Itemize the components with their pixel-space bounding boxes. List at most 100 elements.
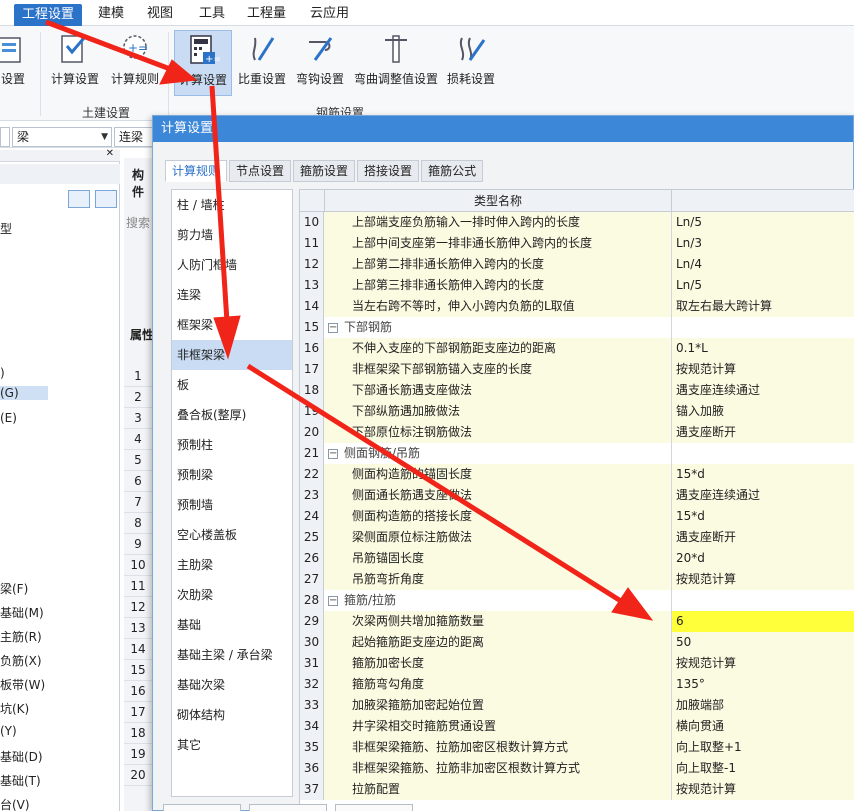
category-item[interactable]: 人防门框墙 (172, 250, 292, 280)
tree-item-selected[interactable]: (G) (0, 386, 48, 400)
setting-value[interactable]: 取左右最大跨计算 (672, 296, 854, 317)
component-search-input[interactable]: 搜索 (126, 214, 150, 231)
tab-stirrup-formula[interactable]: 箍筋公式 (421, 160, 484, 182)
collapse-icon[interactable]: − (328, 322, 338, 333)
setting-value[interactable] (672, 443, 854, 464)
setting-value[interactable]: 横向贯通 (672, 716, 854, 737)
category-item[interactable]: 其它 (172, 730, 292, 760)
setting-value[interactable]: 50 (672, 632, 854, 653)
setting-value[interactable]: 按规范计算 (672, 779, 854, 800)
collapse-icon[interactable]: − (328, 595, 338, 606)
bend-adjust-settings-button[interactable]: 弯曲调整值设置 (351, 30, 441, 96)
grid-row[interactable]: 22 侧面构造筋的锚固长度 15*d (300, 464, 854, 485)
setting-value[interactable]: 6 (672, 611, 854, 632)
category-item[interactable]: 基础主梁 / 承台梁 (172, 640, 292, 670)
tab-stirrup-settings[interactable]: 箍筋设置 (293, 160, 356, 182)
grid-row[interactable]: 18 下部通长筋遇支座做法 遇支座连续通过 (300, 380, 854, 401)
tree-item[interactable]: 基础(M) (0, 604, 44, 621)
grid-row[interactable]: 29 次梁两侧共增加箍筋数量 6 (300, 611, 854, 632)
grid-row[interactable]: 30 起始箍筋距支座边的距离 50 (300, 632, 854, 653)
menu-project-settings[interactable]: 工程设置 (14, 4, 83, 26)
list-view-icon[interactable] (68, 190, 90, 208)
category-item[interactable]: 砌体结构 (172, 700, 292, 730)
grid-row[interactable]: 27 吊筋弯折角度 按规范计算 (300, 569, 854, 590)
grid-row[interactable]: 23 侧面通长筋遇支座做法 遇支座连续通过 (300, 485, 854, 506)
setting-value[interactable]: 20*d (672, 548, 854, 569)
setting-value[interactable]: 15*d (672, 464, 854, 485)
dialog-button[interactable] (335, 804, 413, 811)
tree-item[interactable]: (E) (0, 411, 17, 425)
loss-settings-button[interactable]: 损耗设置 (444, 30, 498, 96)
grid-group-row[interactable]: 28− 箍筋/拉筋 (300, 590, 854, 611)
category-item[interactable]: 剪力墙 (172, 220, 292, 250)
settings-button[interactable]: 设置 (0, 30, 32, 96)
floor-select[interactable] (0, 127, 10, 147)
tree-item[interactable]: 台(V) (0, 796, 30, 811)
grid-row[interactable]: 12 上部第二排非通长筋伸入跨内的长度 Ln/4 (300, 254, 854, 275)
menu-quantity[interactable]: 工程量 (247, 5, 286, 23)
setting-value[interactable]: Ln/5 (672, 212, 854, 233)
civil-calc-settings-button[interactable]: 计算设置 (48, 30, 102, 96)
category-item[interactable]: 主肋梁 (172, 550, 292, 580)
category-item[interactable]: 空心楼盖板 (172, 520, 292, 550)
setting-value[interactable]: 0.1*L (672, 338, 854, 359)
menu-view[interactable]: 视图 (147, 5, 173, 23)
grid-row[interactable]: 10 上部端支座负筋输入一排时伸入跨内的长度 Ln/5 (300, 212, 854, 233)
tree-item[interactable]: 负筋(X) (0, 652, 42, 669)
setting-value[interactable]: Ln/3 (672, 233, 854, 254)
grid-row[interactable]: 14 当左右跨不等时，伸入小跨内负筋的L取值 取左右最大跨计算 (300, 296, 854, 317)
grid-row[interactable]: 17 非框架梁下部钢筋锚入支座的长度 按规范计算 (300, 359, 854, 380)
grid-row[interactable]: 20 下部原位标注钢筋做法 遇支座断开 (300, 422, 854, 443)
tree-item[interactable]: ) (0, 366, 5, 380)
grid-row[interactable]: 11 上部中间支座第一排非通长筋伸入跨内的长度 Ln/3 (300, 233, 854, 254)
collapse-icon[interactable]: − (328, 448, 338, 459)
grid-row[interactable]: 26 吊筋锚固长度 20*d (300, 548, 854, 569)
category-item[interactable]: 叠合板(整厚) (172, 400, 292, 430)
setting-value[interactable]: 遇支座连续通过 (672, 485, 854, 506)
category-item[interactable]: 框架梁 (172, 310, 292, 340)
element-type-select[interactable]: 梁 ▼ (12, 127, 112, 147)
category-item[interactable]: 预制墙 (172, 490, 292, 520)
category-item[interactable]: 连梁 (172, 280, 292, 310)
grid-row[interactable]: 13 上部第三排非通长筋伸入跨内的长度 Ln/5 (300, 275, 854, 296)
tree-item[interactable]: 主筋(R) (0, 628, 42, 645)
setting-value[interactable]: 向上取整-1 (672, 758, 854, 779)
grid-row[interactable]: 37 拉筋配置 按规范计算 (300, 779, 854, 800)
setting-value[interactable]: 按规范计算 (672, 359, 854, 380)
tree-item[interactable]: (Y) (0, 724, 17, 738)
grid-row[interactable]: 34 井字梁相交时箍筋贯通设置 横向贯通 (300, 716, 854, 737)
category-item[interactable]: 预制柱 (172, 430, 292, 460)
grid-row[interactable]: 16 不伸入支座的下部钢筋距支座边的距离 0.1*L (300, 338, 854, 359)
grid-row[interactable]: 24 侧面构造筋的搭接长度 15*d (300, 506, 854, 527)
grid-row[interactable]: 31 箍筋加密长度 按规范计算 (300, 653, 854, 674)
category-item[interactable]: 板 (172, 370, 292, 400)
category-item[interactable]: 柱 / 墙柱 (172, 190, 292, 220)
setting-value[interactable]: 15*d (672, 506, 854, 527)
menu-cloud[interactable]: 云应用 (310, 5, 349, 23)
setting-value[interactable]: 加腋端部 (672, 695, 854, 716)
grid-group-row[interactable]: 21− 侧面钢筋/吊筋 (300, 443, 854, 464)
dialog-button[interactable] (249, 804, 327, 811)
close-icon[interactable]: ✕ (106, 148, 114, 159)
setting-value[interactable]: 按规范计算 (672, 653, 854, 674)
setting-value[interactable]: Ln/5 (672, 275, 854, 296)
setting-value[interactable]: 遇支座连续通过 (672, 380, 854, 401)
tree-item[interactable]: 梁(F) (0, 580, 28, 597)
tree-item[interactable]: 基础(D) (0, 748, 43, 765)
category-item[interactable]: 次肋梁 (172, 580, 292, 610)
tree-item[interactable]: 型 (0, 220, 12, 237)
rebar-calc-settings-button[interactable]: += 计算设置 (174, 30, 232, 96)
tab-calc-rules[interactable]: 计算规则 (165, 160, 228, 182)
setting-value[interactable]: 向上取整+1 (672, 737, 854, 758)
grid-group-row[interactable]: 15− 下部钢筋 (300, 317, 854, 338)
setting-value[interactable]: 锚入加腋 (672, 401, 854, 422)
dialog-button[interactable] (163, 804, 241, 811)
tab-node-settings[interactable]: 节点设置 (229, 160, 292, 182)
category-item[interactable]: 基础次梁 (172, 670, 292, 700)
tab-lap-settings[interactable]: 搭接设置 (357, 160, 420, 182)
grid-row[interactable]: 36 非框架梁箍筋、拉筋非加密区根数计算方式 向上取整-1 (300, 758, 854, 779)
grid-row[interactable]: 35 非框架梁箍筋、拉筋加密区根数计算方式 向上取整+1 (300, 737, 854, 758)
weight-settings-button[interactable]: 比重设置 (236, 30, 288, 96)
setting-value[interactable] (672, 590, 854, 611)
setting-value[interactable]: 按规范计算 (672, 569, 854, 590)
